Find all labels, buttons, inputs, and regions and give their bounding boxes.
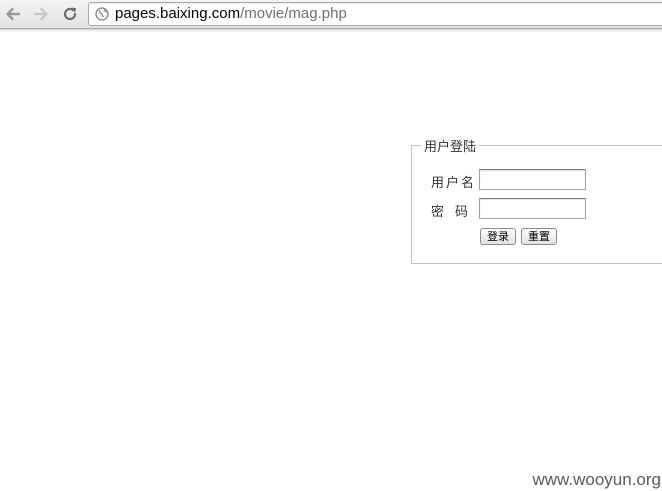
login-legend: 用户登陆	[424, 140, 477, 155]
url-host: pages.baixing.com	[115, 5, 241, 22]
username-label: 用户名	[431, 176, 477, 191]
watermark-text: www.wooyun.org	[532, 470, 661, 489]
reload-button[interactable]	[59, 3, 81, 25]
password-input[interactable]	[479, 198, 586, 219]
browser-toolbar: pages.baixing.com/movie/mag.php	[0, 0, 662, 29]
reset-button[interactable]: 重置	[521, 228, 557, 245]
reload-icon	[63, 7, 77, 21]
forward-button[interactable]	[30, 3, 52, 25]
toolbar-shadow	[0, 29, 662, 32]
back-arrow-icon	[6, 7, 21, 21]
url-path: /movie/mag.php	[240, 5, 347, 22]
back-button[interactable]	[2, 3, 24, 25]
url-text: pages.baixing.com/movie/mag.php	[115, 5, 347, 23]
address-bar[interactable]: pages.baixing.com/movie/mag.php	[88, 2, 662, 26]
forward-arrow-icon	[33, 7, 48, 21]
username-input[interactable]	[479, 169, 586, 190]
globe-icon	[95, 7, 109, 21]
password-label: 密码	[431, 205, 480, 220]
login-button[interactable]: 登录	[480, 228, 516, 245]
